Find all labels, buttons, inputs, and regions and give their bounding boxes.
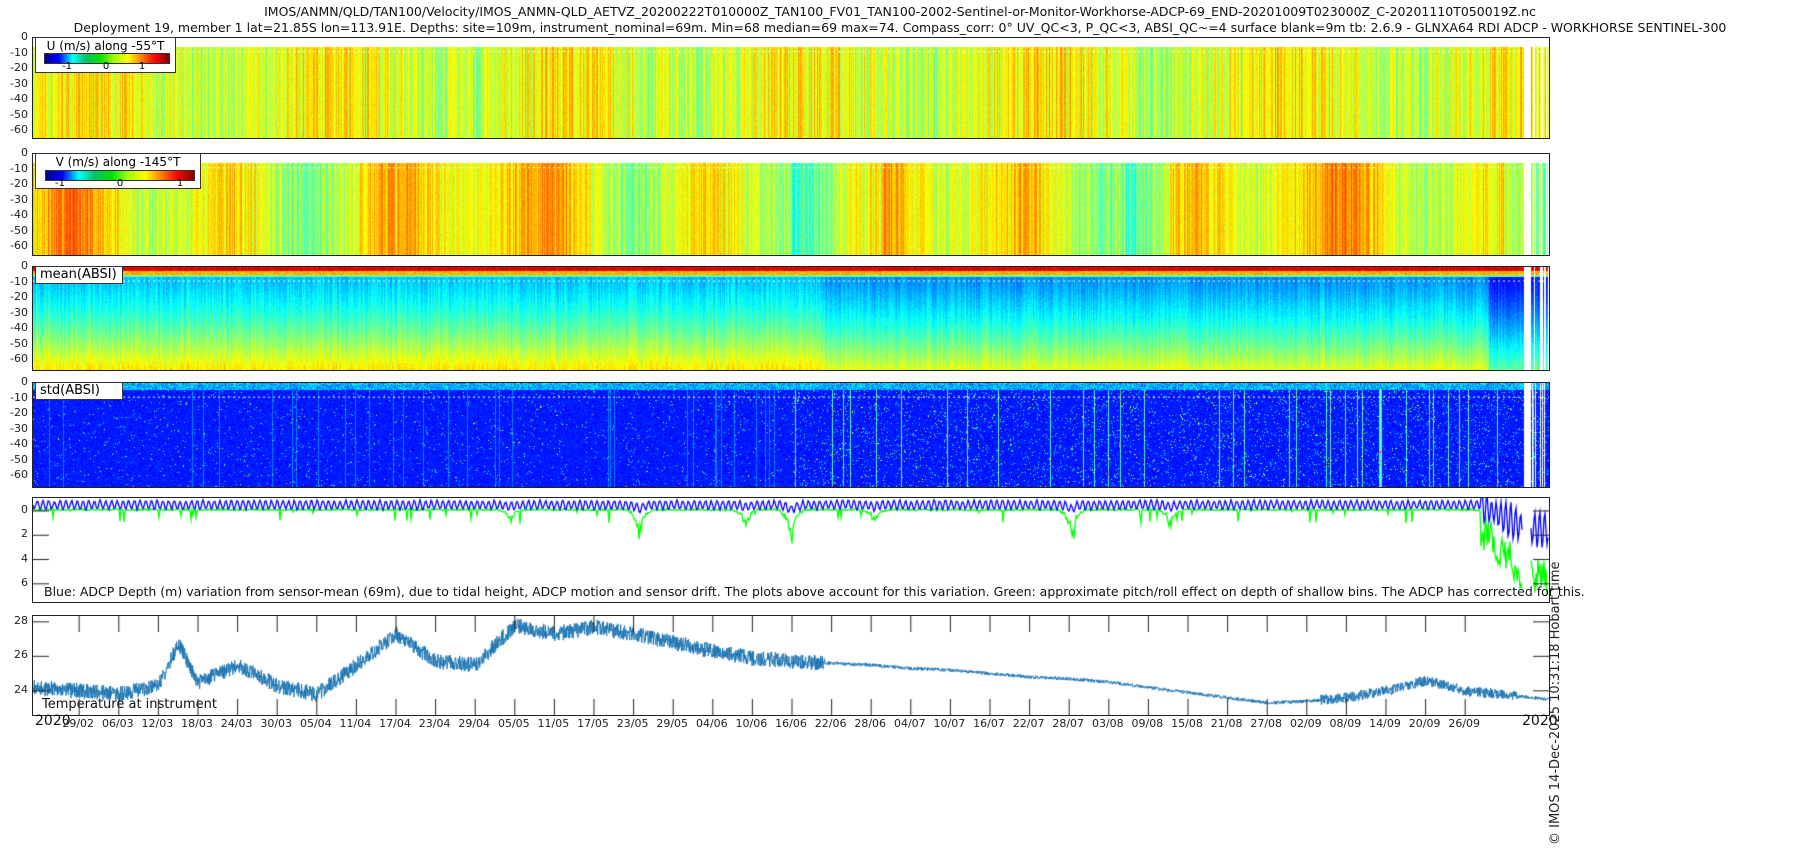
std-absi-label: std(ABSI) (35, 382, 123, 400)
temperature-line (33, 616, 1549, 715)
x-tick-label: 04/07 (893, 717, 926, 730)
y-tick-label: -60 (10, 468, 28, 481)
x-tick-label: 18/03 (181, 717, 213, 730)
u-colorbar-tick: 0 (102, 61, 110, 72)
y-tick-label: -20 (10, 61, 28, 74)
y-tick-label: -10 (10, 274, 28, 288)
x-tick-label: 16/07 (973, 717, 1005, 730)
x-tick-label: 15/08 (1171, 717, 1203, 730)
u-colorbar-legend: U (m/s) along -55°T -1 0 1 (35, 37, 176, 73)
y-tick-label: -50 (10, 336, 28, 350)
y-tick-label: -60 (10, 123, 28, 136)
x-tick-label: 11/05 (537, 717, 570, 730)
depth-note: Blue: ADCP Depth (m) variation from sens… (44, 584, 1585, 599)
x-tick-label: 29/05 (656, 717, 689, 730)
v-colorbar-tick: 1 (176, 178, 184, 189)
x-tick-label: 05/05 (497, 717, 530, 730)
x-tick-label: 06/03 (101, 717, 134, 730)
y-tick-label: -40 (10, 321, 28, 334)
x-tick-label: 17/05 (577, 717, 609, 730)
x-tick-label: 22/06 (814, 717, 847, 730)
y-tick-label: -30 (10, 421, 28, 435)
y-tick-label: -20 (10, 177, 28, 190)
x-tick-label: 02/09 (1289, 717, 1322, 730)
x-tick-label: 08/09 (1329, 717, 1362, 730)
title-line-1: IMOS/ANMN/QLD/TAN100/Velocity/IMOS_ANMN-… (264, 4, 1536, 19)
y-tick-label: -10 (10, 390, 28, 404)
x-tick-label: 10/06 (735, 717, 768, 730)
x-tick-label: 21/08 (1210, 717, 1243, 730)
v-colorbar-tick: 0 (116, 178, 124, 189)
y-tick-label: -30 (10, 76, 28, 90)
x-tick-label: 23/05 (616, 717, 649, 730)
x-tick-label: 11/04 (339, 717, 372, 730)
x-tick-label: 03/08 (1091, 717, 1124, 730)
x-tick-label: 09/08 (1131, 717, 1164, 730)
mean-absi-label: mean(ABSI) (35, 266, 123, 284)
x-tick-label: 16/06 (775, 717, 807, 730)
y-tick-label: 0 (21, 502, 28, 516)
mean-absi-heatmap-cells (33, 267, 1549, 370)
y-tick-label: -50 (10, 107, 28, 121)
x-tick-label: 04/06 (695, 717, 728, 730)
u-colorbar-tick: 1 (138, 61, 146, 72)
u-legend-title: U (m/s) along -55°T (46, 39, 165, 53)
x-tick-label: 29/04 (458, 717, 491, 730)
y-tick-label: -60 (10, 352, 28, 365)
y-tick-label: -40 (10, 92, 28, 105)
x-tick-label: 28/07 (1052, 717, 1085, 730)
u-heatmap-cells (33, 38, 1549, 138)
v-legend-title: V (m/s) along -145°T (55, 155, 181, 169)
u-velocity-heatmap (32, 37, 1550, 139)
std-absi-heatmap (32, 382, 1550, 488)
y-tick-label: -20 (10, 290, 28, 303)
y-tick-label: -40 (10, 437, 28, 450)
y-tick-label: -50 (10, 223, 28, 237)
y-tick-label: -60 (10, 239, 28, 252)
y-tick-label: -40 (10, 208, 28, 221)
y-tick-label: 6 (21, 575, 28, 589)
y-tick-label: -20 (10, 406, 28, 419)
y-tick-label: 0 (21, 30, 28, 43)
y-tick-label: 4 (21, 551, 28, 565)
x-tick-label: 29/02 (62, 717, 95, 730)
x-tick-label: 10/07 (933, 717, 966, 730)
y-tick-label: -30 (10, 305, 28, 319)
v-colorbar-legend: V (m/s) along -145°T -1 0 1 (35, 153, 201, 189)
x-tick-label: 14/09 (1369, 717, 1401, 730)
x-tick-label: 05/04 (299, 717, 332, 730)
v-colorbar-tick: -1 (55, 178, 65, 189)
v-heatmap-cells (33, 154, 1549, 255)
y-tick-label: 26 (14, 648, 28, 662)
std-absi-heatmap-cells (33, 383, 1549, 487)
y-tick-label: -50 (10, 452, 28, 466)
y-tick-label: -30 (10, 192, 28, 206)
v-velocity-heatmap (32, 153, 1550, 256)
temperature-label: Temperature at instrument (42, 697, 217, 712)
x-tick-label: 28/06 (854, 717, 887, 730)
y-tick-label: 2 (21, 527, 28, 541)
y-tick-label: -10 (10, 161, 28, 175)
figure: IMOS/ANMN/QLD/TAN100/Velocity/IMOS_ANMN-… (0, 0, 1800, 850)
x-tick-label: 20/09 (1408, 717, 1441, 730)
x-tick-label: 12/03 (141, 717, 174, 730)
y-tick-label: 28 (14, 613, 28, 627)
x-tick-label: 24/03 (220, 717, 253, 730)
title-line-2: Deployment 19, member 1 lat=21.85S lon=1… (73, 20, 1727, 35)
x-tick-label: 23/04 (418, 717, 451, 730)
x-tick-label: 26/09 (1448, 717, 1481, 730)
timestamp: © IMOS 14-Dec-2025 10:31:18 Hobart time (1548, 561, 1563, 845)
y-tick-label: 0 (21, 259, 28, 272)
u-colorbar-tick: -1 (62, 61, 72, 72)
x-tick-label: 27/08 (1250, 717, 1283, 730)
temperature-plot (32, 615, 1550, 716)
x-tick-label: 30/03 (260, 717, 293, 730)
y-tick-label: 0 (21, 375, 28, 388)
x-tick-label: 22/07 (1012, 717, 1045, 730)
y-tick-label: -10 (10, 45, 28, 59)
x-tick-label: 17/04 (379, 717, 411, 730)
y-tick-label: 24 (14, 682, 28, 696)
mean-absi-heatmap (32, 266, 1550, 371)
y-tick-label: 0 (21, 146, 28, 159)
